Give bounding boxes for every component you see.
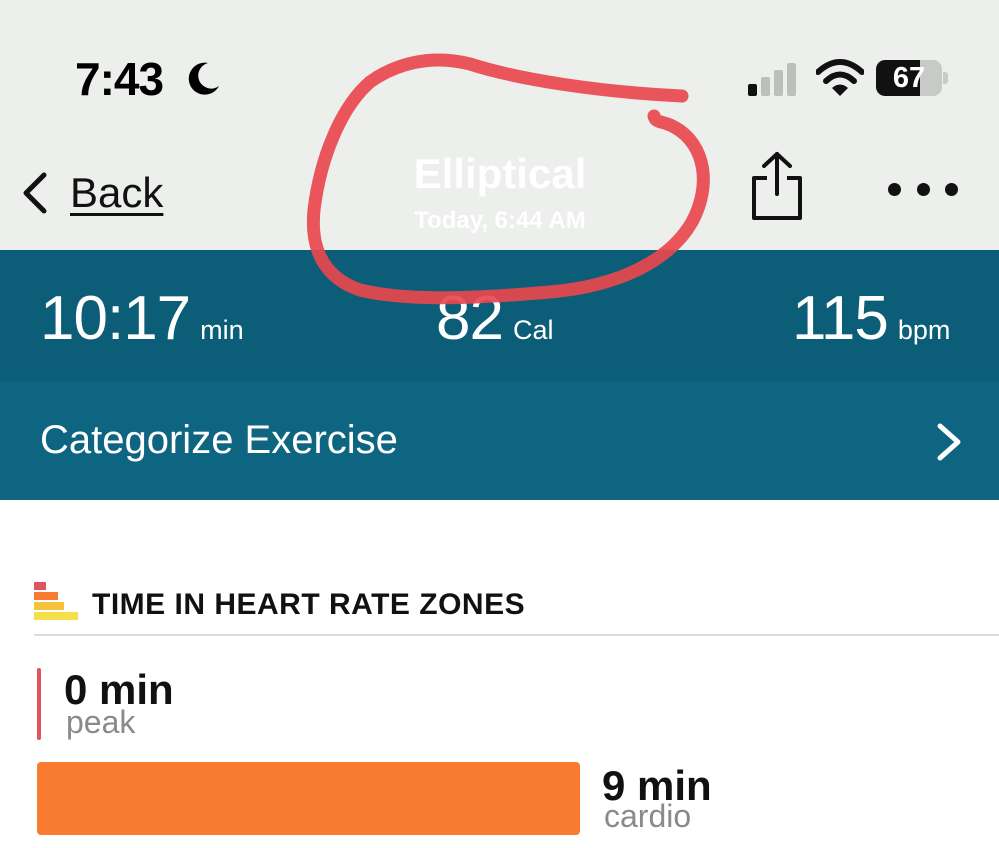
chevron-left-icon: [23, 172, 47, 214]
categorize-exercise-row[interactable]: Categorize Exercise: [0, 382, 999, 500]
duration-stat: 10:17 min: [40, 283, 244, 354]
duration-unit: min: [200, 315, 244, 345]
cellular-signal-icon: [748, 63, 796, 96]
heart-rate-zones-icon: [34, 582, 78, 620]
page-subtitle: Today, 6:44 AM: [414, 207, 586, 234]
back-button[interactable]: Back: [20, 165, 163, 221]
calories-stat: 82 Cal: [436, 283, 553, 354]
heart-rate-stat: 115 bpm: [792, 283, 950, 354]
more-icon[interactable]: [888, 176, 958, 202]
share-icon[interactable]: [748, 150, 806, 222]
back-label: Back: [70, 169, 164, 216]
peak-zone-label: peak: [66, 704, 136, 740]
calories-unit: Cal: [512, 315, 554, 345]
divider: [34, 634, 999, 636]
peak-zone-bar: [37, 668, 41, 740]
wifi-icon: [816, 59, 864, 96]
categorize-exercise-label: Categorize Exercise: [40, 418, 398, 462]
more-dot: [945, 182, 958, 196]
battery-indicator: 67: [876, 60, 948, 96]
status-time: 7:43: [75, 53, 164, 105]
heart-rate-value: 115: [792, 284, 889, 353]
zones-section-title: TIME IN HEART RATE ZONES: [92, 588, 526, 621]
cardio-zone-bar: [37, 762, 580, 835]
page-title: Elliptical: [413, 150, 587, 197]
calories-value: 82: [436, 284, 504, 353]
heart-rate-unit: bpm: [897, 315, 951, 345]
duration-value: 10:17: [40, 284, 191, 353]
chevron-right-icon: [937, 423, 961, 461]
cardio-zone-label: cardio: [604, 798, 692, 834]
more-dot: [888, 182, 901, 196]
battery-nub: [943, 72, 948, 84]
battery-percent: 67: [892, 62, 926, 94]
moon-icon: [188, 62, 219, 95]
more-dot: [916, 182, 930, 196]
